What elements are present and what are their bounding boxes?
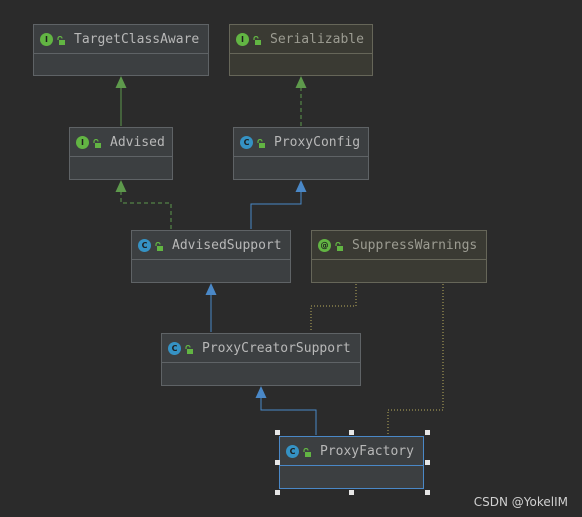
edge-advisedsupport-to-advised (115, 180, 172, 229)
node-body (234, 156, 368, 179)
class-icon: C (240, 135, 253, 149)
class-icon: C (286, 444, 299, 458)
interface-icon: I (76, 135, 89, 149)
node-proxyfactory[interactable]: C ProxyFactory (279, 436, 424, 489)
node-body (312, 259, 486, 282)
node-label: ProxyCreatorSupport (202, 340, 351, 356)
unlock-icon (335, 241, 343, 251)
node-label: Serializable (270, 31, 364, 47)
node-label: ProxyFactory (320, 443, 414, 459)
edge-advised-to-targetclassaware (115, 76, 127, 126)
unlock-icon (155, 241, 163, 251)
resize-handle-sw[interactable] (275, 490, 280, 495)
unlock-icon (257, 138, 265, 148)
class-icon: C (138, 238, 151, 252)
edge-proxyconfig-to-serializable (295, 76, 307, 126)
node-body (132, 259, 290, 282)
node-proxyconfig[interactable]: C ProxyConfig (233, 127, 369, 180)
interface-icon: I (40, 32, 53, 46)
node-body (162, 362, 360, 385)
resize-handle-se[interactable] (425, 490, 430, 495)
resize-handle-nw[interactable] (275, 430, 280, 435)
unlock-icon (253, 35, 261, 45)
annotation-icon: @ (318, 238, 331, 252)
unlock-icon (185, 344, 193, 354)
node-body (70, 156, 172, 179)
edge-advisedsupport-to-proxyconfig (250, 180, 307, 229)
node-label: ProxyConfig (274, 134, 361, 150)
unlock-icon (303, 447, 311, 457)
unlock-icon (57, 35, 65, 45)
resize-handle-ne[interactable] (425, 430, 430, 435)
class-icon: C (168, 341, 181, 355)
node-targetclassaware[interactable]: I TargetClassAware (33, 24, 209, 76)
node-body (280, 465, 423, 488)
edge-proxyfactory-to-proxycreatorsupport (255, 386, 317, 435)
interface-icon: I (236, 32, 249, 46)
resize-handle-e[interactable] (425, 460, 430, 465)
resize-handle-s[interactable] (349, 490, 354, 495)
node-label: TargetClassAware (74, 31, 200, 47)
node-serializable[interactable]: I Serializable (229, 24, 373, 76)
edge-proxycreatorsupport-to-advisedsupport (205, 283, 217, 332)
node-advisedsupport[interactable]: C AdvisedSupport (131, 230, 291, 283)
node-label: SuppressWarnings (352, 237, 478, 253)
node-advised[interactable]: I Advised (69, 127, 173, 180)
resize-handle-w[interactable] (275, 460, 280, 465)
resize-handle-n[interactable] (349, 430, 354, 435)
watermark: CSDN @YokelIM (473, 495, 568, 509)
node-proxycreatorsupport[interactable]: C ProxyCreatorSupport (161, 333, 361, 386)
node-label: Advised (110, 134, 165, 150)
node-suppresswarnings[interactable]: @ SuppressWarnings (311, 230, 487, 283)
node-label: AdvisedSupport (172, 237, 282, 253)
node-body (230, 53, 372, 75)
unlock-icon (93, 138, 101, 148)
node-body (34, 53, 208, 75)
